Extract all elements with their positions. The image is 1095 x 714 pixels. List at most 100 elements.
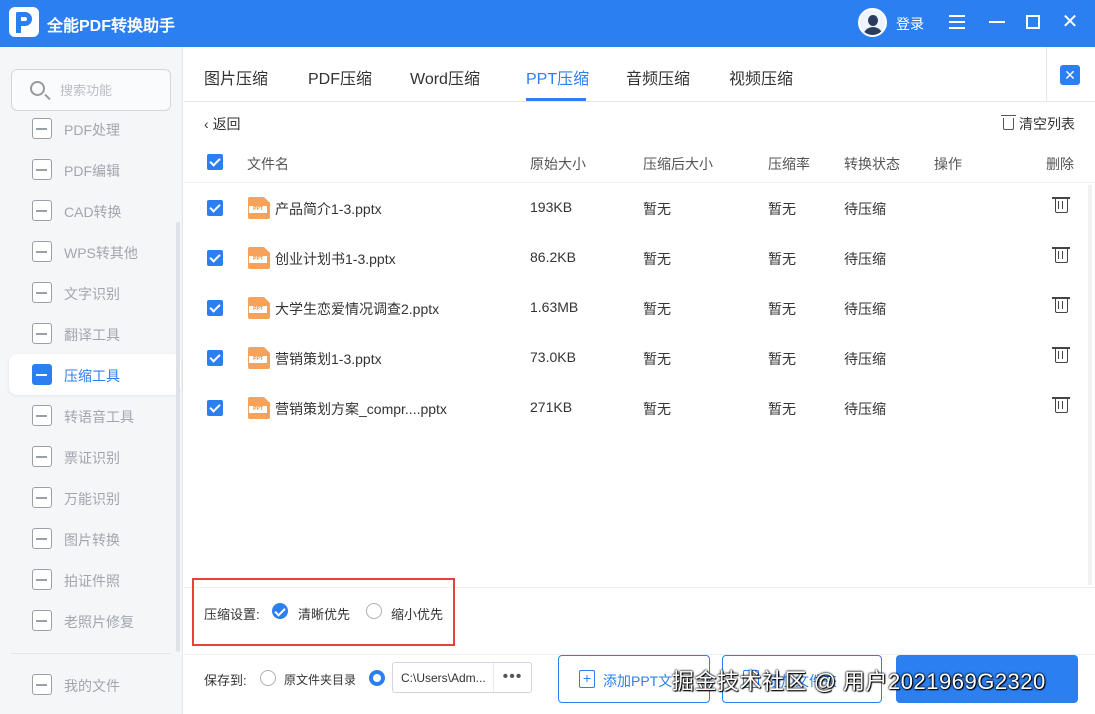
delete-icon[interactable] (1052, 397, 1070, 413)
tab-audio-compress[interactable]: 音频压缩 (626, 65, 690, 89)
browse-button[interactable]: ••• (493, 663, 531, 692)
output-path-field[interactable]: C:\Users\Adm... ••• (392, 662, 532, 693)
compressed-size: 暂无 (643, 251, 671, 267)
compressed-size: 暂无 (643, 351, 671, 367)
sidebar-item-0[interactable]: PDF处理 (9, 108, 181, 149)
sidebar-item-8[interactable]: 票证识别 (9, 436, 181, 477)
radio-source-folder-label[interactable]: 原文件夹目录 (284, 671, 356, 688)
ppt-file-icon: PPT (248, 397, 270, 419)
table-row: PPT 营销策划方案_compr....pptx 271KB 暂无 暂无 待压缩 (184, 383, 1095, 433)
photo-restore-icon (32, 610, 52, 631)
sidebar-item-label: 压缩工具 (64, 368, 120, 384)
translate-icon (32, 323, 52, 344)
sidebar-item-label: 我的文件 (64, 678, 120, 694)
minimize-icon[interactable] (985, 10, 1009, 34)
tab-word-compress[interactable]: Word压缩 (410, 65, 480, 89)
ticket-icon (32, 446, 52, 467)
row-checkbox[interactable] (207, 350, 223, 366)
search-input[interactable] (60, 80, 160, 100)
status: 待压缩 (844, 351, 886, 367)
select-all-checkbox[interactable] (207, 154, 223, 170)
sidebar-item-7[interactable]: 转语音工具 (9, 395, 181, 436)
status: 待压缩 (844, 201, 886, 217)
tab-ppt-compress[interactable]: PPT压缩 (526, 65, 589, 89)
pdf-edit-icon (32, 159, 52, 180)
sidebar-item-6[interactable]: 压缩工具 (9, 354, 181, 395)
id-photo-icon (32, 569, 52, 590)
sidebar-item-10[interactable]: 图片转换 (9, 518, 181, 559)
row-checkbox[interactable] (207, 400, 223, 416)
table-scrollbar[interactable] (1088, 185, 1092, 585)
cad-icon (32, 200, 52, 221)
tabs-divider (1046, 47, 1047, 101)
ppt-file-icon: PPT (248, 347, 270, 369)
clear-list-button[interactable]: 清空列表 (1001, 114, 1075, 134)
pdf-process-icon (32, 118, 52, 139)
compress-ratio: 暂无 (768, 401, 796, 417)
sidebar-item-label: 图片转换 (64, 532, 120, 548)
file-badge: PPT (249, 306, 267, 313)
row-checkbox[interactable] (207, 200, 223, 216)
compressed-size: 暂无 (643, 201, 671, 217)
row-checkbox[interactable] (207, 250, 223, 266)
title-bar: 全能PDF转换助手 登录 ✕ (0, 0, 1095, 47)
tab-video-compress[interactable]: 视频压缩 (729, 65, 793, 89)
close-icon[interactable]: ✕ (1058, 10, 1082, 34)
ppt-file-icon: PPT (248, 197, 270, 219)
original-size: 86.2KB (530, 249, 576, 265)
delete-icon[interactable] (1052, 247, 1070, 263)
app-logo-icon (9, 7, 39, 37)
table-row: PPT 大学生恋爱情况调查2.pptx 1.63MB 暂无 暂无 待压缩 (184, 283, 1095, 333)
sidebar-item-label: 票证识别 (64, 450, 120, 466)
compress-icon (32, 364, 52, 385)
radio-custom-path[interactable] (369, 670, 385, 686)
menu-icon[interactable] (945, 10, 969, 34)
header-operation: 操作 (934, 156, 962, 172)
file-badge: PPT (249, 356, 267, 363)
sidebar-item-label: 老照片修复 (64, 614, 134, 630)
sidebar-item-9[interactable]: 万能识别 (9, 477, 181, 518)
sidebar-item-1[interactable]: PDF编辑 (9, 149, 181, 190)
compress-ratio: 暂无 (768, 351, 796, 367)
sidebar-item-5[interactable]: 翻译工具 (9, 313, 181, 354)
row-checkbox[interactable] (207, 300, 223, 316)
original-size: 271KB (530, 399, 573, 415)
sidebar-scrollbar[interactable] (176, 222, 180, 652)
table-row: PPT 营销策划1-3.pptx 73.0KB 暂无 暂无 待压缩 (184, 333, 1095, 383)
sidebar-item-label: 文字识别 (64, 286, 120, 302)
app-title: 全能PDF转换助手 (47, 18, 176, 35)
file-badge: PPT (249, 406, 267, 413)
back-button[interactable]: ‹ 返回 (204, 114, 241, 134)
tab-image-compress[interactable]: 图片压缩 (204, 65, 268, 89)
ppt-file-icon: PPT (248, 297, 270, 319)
sidebar-item-label: 转语音工具 (64, 409, 134, 425)
highlight-box (192, 578, 455, 646)
sidebar-item-12[interactable]: 老照片修复 (9, 600, 181, 641)
active-tab-indicator (526, 98, 586, 101)
clear-list-label: 清空列表 (1019, 116, 1075, 132)
sidebar-item-11[interactable]: 拍证件照 (9, 559, 181, 600)
sidebar-item-label: PDF处理 (64, 122, 120, 138)
sidebar-item-4[interactable]: 文字识别 (9, 272, 181, 313)
sidebar-item-my-files[interactable]: 我的文件 (9, 664, 181, 705)
sidebar-item-label: CAD转换 (64, 204, 122, 220)
login-link[interactable]: 登录 (896, 14, 924, 34)
compress-ratio: 暂无 (768, 301, 796, 317)
search-box[interactable] (11, 69, 171, 111)
sidebar-item-2[interactable]: CAD转换 (9, 190, 181, 231)
image-convert-icon (32, 528, 52, 549)
maximize-icon[interactable] (1021, 10, 1045, 34)
file-badge: PPT (249, 256, 267, 263)
user-avatar[interactable] (858, 8, 887, 37)
radio-source-folder[interactable] (260, 670, 276, 686)
delete-icon[interactable] (1052, 297, 1070, 313)
delete-icon[interactable] (1052, 347, 1070, 363)
search-icon (30, 81, 45, 96)
panel-close-icon[interactable]: ✕ (1060, 65, 1080, 85)
tab-pdf-compress[interactable]: PDF压缩 (308, 65, 372, 89)
file-name: 营销策划1-3.pptx (275, 351, 382, 367)
header-status: 转换状态 (844, 156, 900, 172)
delete-icon[interactable] (1052, 197, 1070, 213)
sidebar-item-3[interactable]: WPS转其他 (9, 231, 181, 272)
add-ppt-label: 添加PPT文 (603, 673, 673, 689)
